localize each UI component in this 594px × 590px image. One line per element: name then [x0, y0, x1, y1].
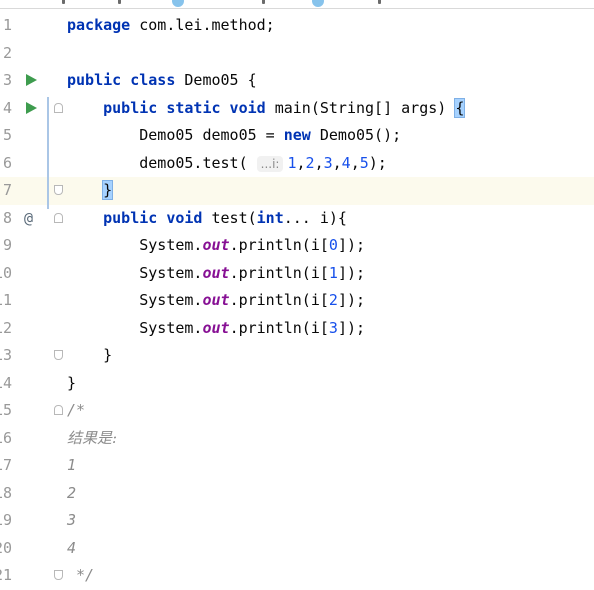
code-line: 14 } [0, 370, 594, 398]
fold-marker-icon[interactable] [54, 570, 63, 580]
code-text[interactable]: demo05.test( ...i: 1,2,3,4,5); [67, 150, 387, 179]
fold-marker-icon[interactable] [54, 212, 63, 223]
comment-text[interactable]: 1 [67, 452, 76, 480]
code-line: 19 3 [0, 507, 594, 535]
code-text[interactable]: public class Demo05 { [67, 67, 257, 95]
code-text[interactable]: public void test(int... i){ [67, 205, 347, 233]
code-line: 10 System.out.println(i[1]); [0, 260, 594, 288]
fold-marker-icon[interactable] [54, 102, 63, 113]
line-number: 18 [0, 483, 12, 502]
code-line: 20 4 [0, 535, 594, 563]
code-text[interactable]: System.out.println(i[2]); [67, 287, 365, 315]
line-number: 14 [0, 373, 12, 392]
comment-text[interactable]: 结果是: [67, 425, 117, 453]
fold-marker-icon[interactable] [54, 350, 63, 360]
run-arrow-icon[interactable] [26, 74, 37, 86]
code-text[interactable]: package com.lei.method; [67, 12, 275, 40]
code-text[interactable]: Demo05 demo05 = new Demo05(); [67, 122, 401, 150]
code-text[interactable]: System.out.println(i[3]); [67, 315, 365, 343]
comment-text[interactable]: /* [67, 397, 85, 425]
line-number: 4 [2, 98, 12, 117]
code-text[interactable]: } [67, 370, 76, 398]
vcs-change-marker[interactable] [47, 97, 49, 209]
comment-text[interactable]: */ [67, 562, 94, 590]
comment-text[interactable]: 2 [67, 480, 76, 508]
code-line: 15 /* [0, 397, 594, 425]
implements-override-icon[interactable]: @ [24, 205, 33, 233]
line-number: 3 [2, 71, 12, 89]
comment-text[interactable]: 4 [67, 535, 76, 563]
code-line: 2 [0, 40, 594, 68]
code-line: 9 System.out.println(i[0]); [0, 232, 594, 260]
code-line: 4 public static void main(String[] args)… [0, 95, 594, 123]
code-line: 5 Demo05 demo05 = new Demo05(); [0, 122, 594, 150]
code-line: 12 System.out.println(i[3]); [0, 315, 594, 343]
tab-fragment[interactable] [262, 0, 265, 4]
line-number: 17 [0, 456, 12, 474]
line-number: 11 [0, 291, 12, 309]
code-text[interactable]: System.out.println(i[1]); [67, 260, 365, 288]
line-number: 5 [2, 126, 12, 144]
java-file-tab-icon[interactable] [312, 0, 324, 7]
fold-marker-icon[interactable] [54, 185, 63, 195]
line-number: 15 [0, 401, 12, 419]
code-line: 17 1 [0, 452, 594, 480]
line-number: 7 [2, 181, 12, 199]
code-line: 13 } [0, 342, 594, 370]
line-number: 10 [0, 263, 12, 282]
code-editor[interactable]: 1 package com.lei.method; 2 3 public cla… [0, 9, 594, 588]
line-number: 1 [2, 16, 12, 34]
parameter-inlay-hint: ...i: [256, 155, 284, 172]
line-number: 21 [0, 566, 12, 584]
comment-text[interactable]: 3 [67, 507, 76, 535]
fold-marker-icon[interactable] [54, 405, 63, 415]
code-line: 18 2 [0, 480, 594, 508]
code-line: 11 System.out.println(i[2]); [0, 287, 594, 315]
code-text[interactable]: } [67, 177, 114, 205]
code-text[interactable]: public static void main(String[] args) { [67, 95, 466, 123]
code-text[interactable]: } [67, 342, 112, 370]
line-number: 2 [2, 43, 12, 62]
line-number: 16 [0, 428, 12, 447]
java-file-tab-icon[interactable] [172, 0, 184, 7]
line-number: 12 [0, 318, 12, 337]
line-number: 6 [2, 153, 12, 172]
tab-fragment[interactable] [62, 0, 65, 4]
code-line-current: 7 } [0, 177, 594, 205]
line-number: 19 [0, 511, 12, 529]
line-number: 9 [2, 236, 12, 254]
editor-tab-strip [0, 0, 594, 9]
code-line: 21 */ [0, 562, 594, 590]
code-line: 1 package com.lei.method; [0, 12, 594, 40]
line-number: 13 [0, 346, 12, 364]
code-line: 3 public class Demo05 { [0, 67, 594, 95]
tab-fragment[interactable] [118, 0, 121, 4]
line-number: 20 [0, 538, 12, 557]
code-line: 16 结果是: [0, 425, 594, 453]
line-number: 8 [2, 208, 12, 227]
tab-fragment[interactable] [378, 0, 381, 4]
code-text[interactable]: System.out.println(i[0]); [67, 232, 365, 260]
code-line: 8 @ public void test(int... i){ [0, 205, 594, 233]
code-line: 6 demo05.test( ...i: 1,2,3,4,5); [0, 150, 594, 178]
run-arrow-icon[interactable] [26, 101, 37, 114]
